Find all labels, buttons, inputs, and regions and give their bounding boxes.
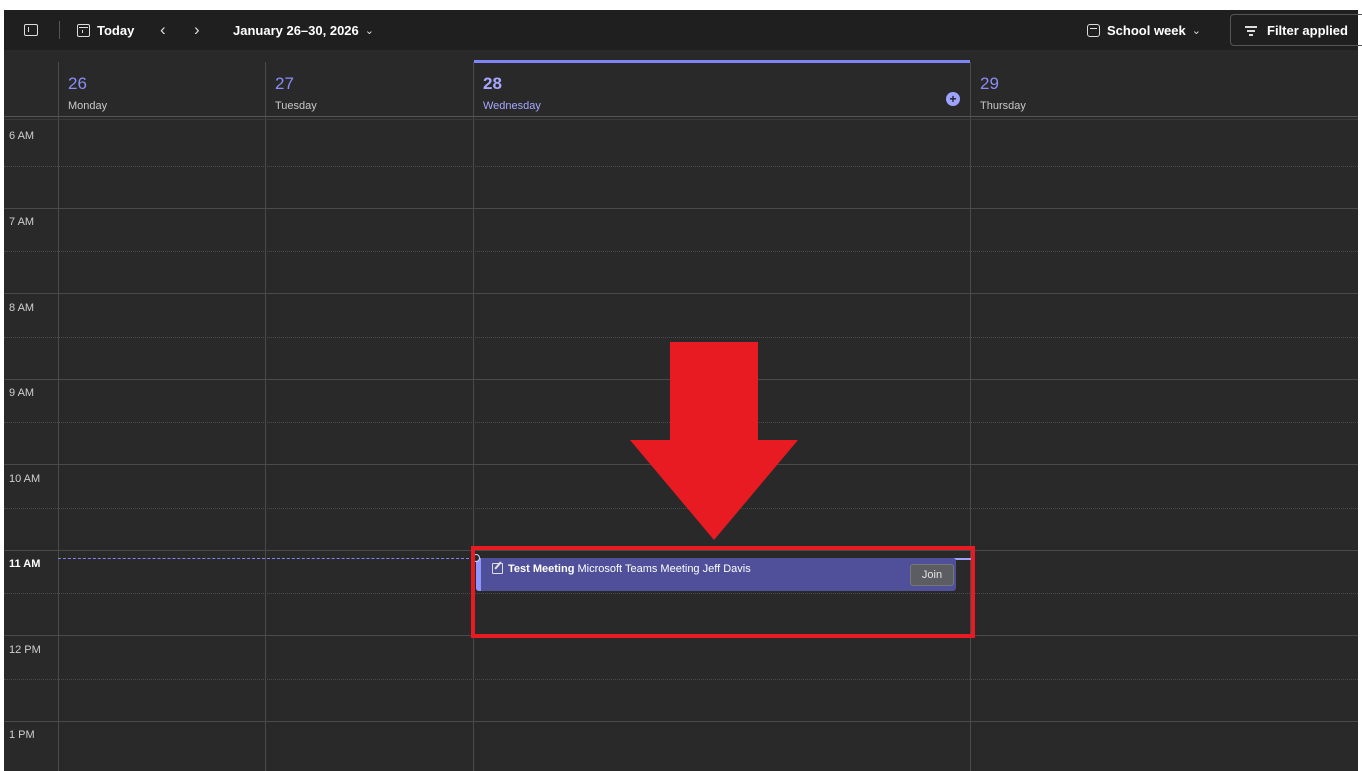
hour-line (4, 208, 1358, 209)
annotation-arrow-icon (630, 342, 798, 540)
hour-label: 10 AM (9, 473, 41, 485)
day-header-thursday[interactable]: 29 Thursday (970, 60, 1358, 118)
hour-label: 6 AM (9, 130, 35, 142)
day-column-divider (265, 62, 266, 771)
day-header-monday[interactable]: 26 Monday (58, 60, 265, 118)
filter-label: Filter applied (1267, 22, 1348, 38)
previous-week-button[interactable]: ‹ (160, 10, 166, 50)
header-divider (4, 116, 1358, 117)
hour-label: 9 AM (9, 387, 35, 399)
half-hour-line (4, 166, 58, 167)
hour-line (4, 293, 1358, 294)
half-hour-line (4, 508, 58, 509)
half-hour-line (58, 166, 1358, 167)
chevron-down-icon: ⌄ (364, 24, 374, 37)
day-column-divider (970, 62, 971, 771)
hour-line (4, 721, 1358, 722)
day-number: 27 (275, 74, 294, 93)
half-hour-line (58, 251, 1358, 252)
calendar-toolbar: Today ‹ › January 26–30, 2026 ⌄ School w… (4, 10, 1362, 50)
chevron-left-icon: ‹ (160, 20, 166, 39)
day-name: Monday (68, 100, 108, 112)
half-hour-line (58, 337, 1358, 338)
chevron-down-icon: ⌄ (1191, 24, 1201, 37)
hour-label: 7 AM (9, 216, 35, 228)
day-name: Thursday (980, 100, 1026, 112)
date-range-picker[interactable]: January 26–30, 2026 ⌄ (233, 10, 374, 50)
current-time-line (58, 558, 474, 559)
filter-icon (1245, 25, 1257, 36)
day-number: 29 (980, 74, 999, 93)
sidebar-toggle-button[interactable] (24, 10, 38, 50)
half-hour-line (4, 593, 58, 594)
day-column-divider (58, 62, 59, 771)
half-hour-line (4, 251, 58, 252)
day-header-tuesday[interactable]: 27 Tuesday (265, 60, 473, 118)
header-divider (4, 119, 1358, 120)
filter-button[interactable]: Filter applied (1230, 14, 1362, 46)
calendar-today-icon (77, 23, 90, 37)
hour-label-current: 11 AM (9, 558, 41, 570)
day-number: 28 (483, 74, 502, 93)
hour-label: 1 PM (9, 729, 35, 741)
sidebar-toggle-icon (24, 24, 38, 36)
toolbar-divider (59, 21, 60, 39)
view-switcher-button[interactable]: School week ⌄ (1087, 10, 1201, 50)
half-hour-line (4, 679, 58, 680)
calendar-week-icon (1087, 23, 1100, 37)
half-hour-line (58, 679, 1358, 680)
day-number: 26 (68, 74, 87, 93)
annotation-highlight-box (471, 546, 975, 638)
half-hour-line (4, 337, 58, 338)
today-label: Today (97, 22, 135, 38)
hour-label: 12 PM (9, 644, 41, 656)
hour-label: 8 AM (9, 302, 35, 314)
day-column-divider (473, 62, 474, 771)
day-header-wednesday[interactable]: 28 Wednesday (473, 60, 970, 118)
today-button[interactable]: Today (77, 10, 134, 50)
day-name: Tuesday (275, 100, 317, 112)
half-hour-line (4, 422, 58, 423)
teams-calendar-window: Today ‹ › January 26–30, 2026 ⌄ School w… (0, 0, 1362, 771)
day-name: Wednesday (483, 100, 541, 112)
next-week-button[interactable]: › (194, 10, 200, 50)
add-event-icon[interactable]: + (946, 92, 960, 106)
date-range-label: January 26–30, 2026 (233, 22, 359, 38)
view-label: School week (1107, 22, 1186, 38)
chevron-right-icon: › (194, 20, 200, 39)
